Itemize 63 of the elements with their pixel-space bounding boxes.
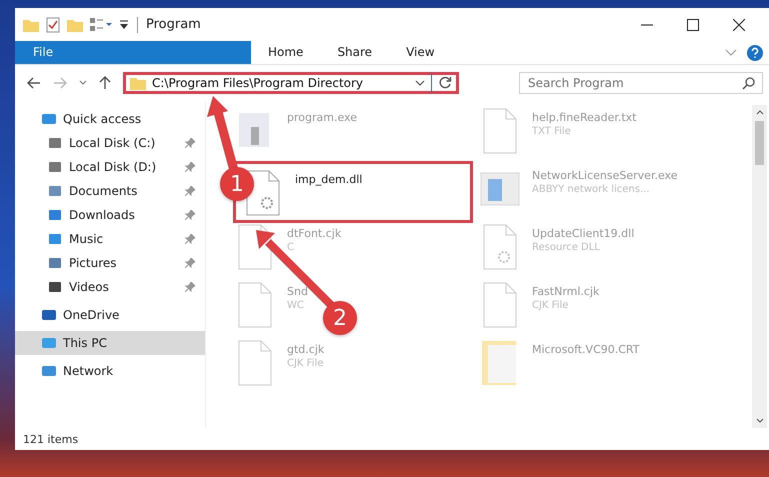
- sidebar-item[interactable]: Network: [15, 359, 205, 383]
- ribbon-tab[interactable]: Home: [251, 41, 320, 64]
- pin-icon[interactable]: [185, 138, 195, 148]
- sidebar-item[interactable]: Local Disk (C:): [15, 131, 205, 155]
- view-options-icon[interactable]: [90, 18, 112, 32]
- sidebar-icon: [47, 256, 63, 270]
- sidebar-item[interactable]: This PC: [15, 331, 205, 355]
- sidebar-item[interactable]: Quick access: [15, 107, 205, 131]
- scroll-down-icon[interactable]: [756, 418, 764, 424]
- sidebar-item[interactable]: Videos: [15, 275, 205, 299]
- item-count: 121 items: [23, 432, 78, 446]
- ribbon-tab[interactable]: View: [389, 41, 452, 64]
- sidebar-item[interactable]: Documents: [15, 179, 205, 203]
- window-title: Program: [146, 17, 202, 32]
- file-name[interactable]: imp_dem.dll: [295, 173, 362, 186]
- sidebar-icon: [41, 336, 57, 350]
- maximize-icon[interactable]: [687, 18, 699, 30]
- recent-dropdown-icon[interactable]: [79, 80, 87, 86]
- up-icon[interactable]: [99, 76, 111, 90]
- ribbon-tab[interactable]: Share: [320, 41, 390, 64]
- address-path: C:\Program Files\Program Directory: [152, 76, 364, 90]
- dropdown-icon[interactable]: [119, 18, 129, 30]
- pin-icon[interactable]: [185, 258, 195, 268]
- pin-icon[interactable]: [185, 282, 195, 292]
- sidebar-icon: [47, 184, 63, 198]
- refresh-icon[interactable]: [438, 76, 452, 90]
- sidebar-icon: [47, 280, 63, 294]
- sidebar-icon: [47, 208, 63, 222]
- file-type: TXT File: [532, 126, 572, 137]
- pin-icon[interactable]: [185, 210, 195, 220]
- scroll-up-icon[interactable]: [756, 109, 764, 115]
- ribbon-tab[interactable]: File: [15, 41, 251, 64]
- file-type: CJK File: [287, 358, 324, 369]
- pin-icon[interactable]: [185, 234, 195, 244]
- chevron-icon[interactable]: [725, 48, 737, 56]
- sidebar-item[interactable]: Local Disk (D:): [15, 155, 205, 179]
- sidebar-icon: [47, 232, 63, 246]
- sidebar-item[interactable]: OneDrive: [15, 303, 205, 327]
- file-type: Resource DLL: [532, 242, 601, 253]
- dropdown-icon[interactable]: [415, 80, 425, 86]
- close-icon[interactable]: [733, 18, 745, 30]
- sidebar-item[interactable]: Downloads: [15, 203, 205, 227]
- help-icon[interactable]: [747, 44, 763, 60]
- search-field[interactable]: Search Program: [519, 72, 763, 94]
- scrollbar-thumb[interactable]: [755, 121, 764, 165]
- back-icon[interactable]: [27, 77, 41, 89]
- folder-icon: [130, 76, 146, 90]
- file-type: C: [287, 242, 295, 253]
- properties-icon[interactable]: [46, 16, 60, 32]
- address-bar[interactable]: C:\Program Files\Program Directory: [123, 72, 459, 94]
- sidebar-item[interactable]: Music: [15, 227, 205, 251]
- pin-icon[interactable]: [185, 186, 195, 196]
- file-type: WC: [287, 300, 305, 311]
- sidebar-item[interactable]: Pictures: [15, 251, 205, 275]
- search-icon: [742, 77, 755, 90]
- file-type: ABBYY network licens...: [532, 184, 650, 195]
- sidebar-icon: [41, 308, 57, 322]
- sidebar-icon: [47, 160, 63, 174]
- sidebar-icon: [41, 112, 57, 126]
- sidebar-icon: [41, 364, 57, 378]
- sidebar-icon: [47, 136, 63, 150]
- file-type: CJK File: [532, 300, 570, 311]
- pin-icon[interactable]: [185, 162, 195, 172]
